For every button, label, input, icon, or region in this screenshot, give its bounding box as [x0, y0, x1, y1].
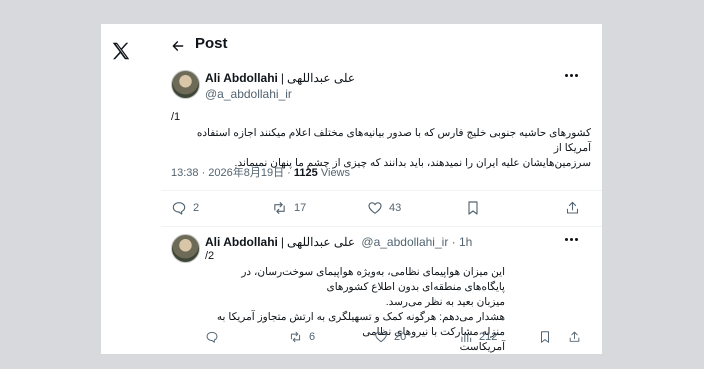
views-button[interactable]: 212: [459, 330, 497, 344]
heart-icon: [368, 202, 382, 214]
more-icon[interactable]: [563, 233, 579, 245]
tweet-text-line: این میزان هواپیمای نظامی، به‌ویژه هواپیم…: [241, 266, 505, 293]
repost-count: 6: [309, 331, 316, 343]
repost-count: 17: [294, 202, 307, 214]
back-arrow-icon[interactable]: [168, 36, 188, 56]
bookmark-icon: [468, 201, 478, 215]
views-label: Views: [320, 167, 351, 179]
reply-button[interactable]: [205, 330, 225, 344]
author-handle[interactable]: @a_abdollahi_ir: [205, 87, 292, 101]
share-icon: [569, 331, 580, 342]
repost-button[interactable]: 6: [288, 330, 315, 344]
tweet-text-line: میزبان بعید به نظر می‌رسد.: [385, 296, 505, 308]
page-title: Post: [195, 35, 228, 52]
author-name[interactable]: Ali Abdollahi: [205, 71, 278, 85]
views-chart-icon: [461, 332, 472, 343]
reply-icon: [206, 331, 218, 343]
divider: [161, 190, 602, 191]
like-button[interactable]: 43: [367, 200, 401, 216]
tweet-meta: 13:38 · 2026年8月19日 · 1125 Views: [171, 164, 350, 180]
reply-icon: [172, 202, 186, 215]
view-count: 212: [479, 331, 498, 343]
view-count: 1125: [293, 167, 318, 179]
like-button[interactable]: 20: [374, 330, 406, 344]
name-separator: |: [280, 71, 285, 85]
thread-number: /2: [205, 250, 215, 262]
repost-icon: [290, 331, 301, 343]
more-icon[interactable]: [563, 69, 579, 81]
author-name-line[interactable]: Ali Abdollahi | علی عبداللهی: [205, 71, 355, 85]
like-count: 43: [389, 202, 402, 214]
avatar[interactable]: [171, 234, 200, 263]
share-icon: [566, 201, 579, 214]
share-button[interactable]: [565, 200, 580, 216]
heart-icon: [375, 331, 387, 343]
x-logo-icon[interactable]: [106, 36, 136, 66]
bookmark-button[interactable]: [539, 330, 551, 344]
like-count: 20: [394, 331, 407, 343]
divider: [161, 226, 602, 227]
author-name-line[interactable]: Ali Abdollahi | علی عبداللهی @a_abdollahi_…: [205, 235, 472, 249]
post-panel: Post Ali Abdollahi | علی عبداللهی @a_abdol…: [101, 24, 602, 354]
avatar[interactable]: [171, 70, 200, 99]
repost-button[interactable]: 17: [271, 200, 306, 216]
reply-count: 2: [193, 202, 200, 214]
author-name[interactable]: Ali Abdollahi: [205, 235, 278, 249]
author-name-fa: علی عبداللهی: [287, 235, 356, 249]
bookmark-button[interactable]: [466, 200, 480, 216]
bookmark-icon: [541, 331, 549, 343]
author-name-fa: علی عبداللهی: [287, 71, 356, 85]
share-button[interactable]: [568, 330, 581, 344]
tweet-text-line: کشورهای حاشیه جنوبی خلیج فارس که با صدور…: [196, 127, 591, 154]
thread-number: /1: [171, 111, 181, 123]
repost-icon: [274, 202, 285, 214]
reply-button[interactable]: 2: [171, 200, 199, 216]
name-separator: |: [280, 235, 285, 249]
timestamp[interactable]: 13:38 · 2026年8月19日 ·: [171, 167, 291, 179]
author-handle-time[interactable]: @a_abdollahi_ir · 1h: [361, 235, 472, 249]
